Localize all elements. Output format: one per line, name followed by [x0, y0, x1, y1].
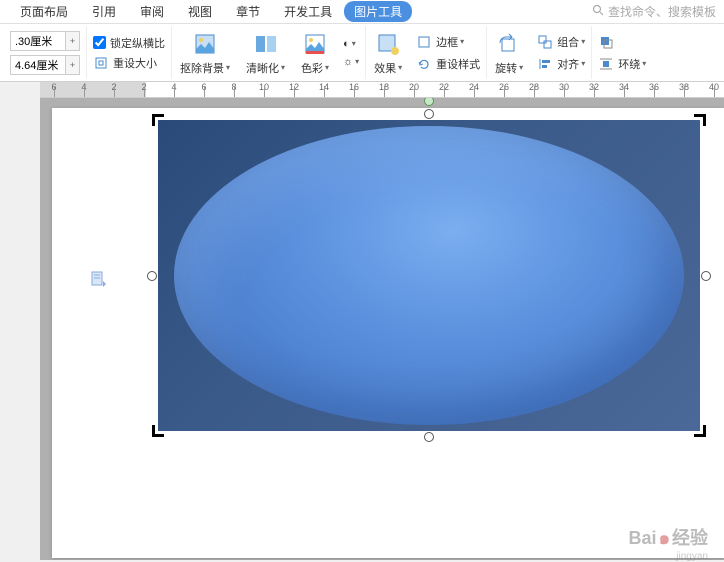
- watermark: Bai ๑ 经验: [629, 523, 708, 552]
- effects-icon: [374, 30, 402, 58]
- resize-handle-top[interactable]: [424, 109, 434, 119]
- chevron-down-icon: ▾: [226, 63, 230, 72]
- adjust-group: ◐▾ ☼▾: [337, 26, 366, 79]
- document-area[interactable]: [40, 98, 724, 560]
- width-spin[interactable]: +: [66, 55, 80, 75]
- menu-review[interactable]: 审阅: [128, 3, 176, 20]
- menu-references[interactable]: 引用: [80, 3, 128, 20]
- resize-handle-left[interactable]: [147, 271, 157, 281]
- height-spin[interactable]: +: [66, 31, 80, 51]
- width-input[interactable]: [10, 55, 66, 75]
- color-icon: [301, 30, 329, 58]
- tab-picture-tools[interactable]: 图片工具: [344, 1, 412, 22]
- workspace: 642246810121416182022242628303234363840: [0, 82, 724, 560]
- menu-page-layout[interactable]: 页面布局: [8, 3, 80, 20]
- rotate-icon: [495, 30, 523, 58]
- toolbar: + + 锁定纵横比 重设大小 抠除背景▾ 清晰化▾ 色彩▾ ◐▾ ☼▾ 效果▾: [0, 24, 724, 82]
- menu-view[interactable]: 视图: [176, 3, 224, 20]
- crop-handle-tr[interactable]: [692, 114, 706, 128]
- group-button[interactable]: 组合▾: [537, 34, 585, 50]
- contrast-icon: ◐: [343, 38, 350, 50]
- crop-handle-tl[interactable]: [152, 114, 166, 128]
- search-box[interactable]: 查找命令、搜索模板: [592, 3, 716, 20]
- menu-bar: 页面布局 引用 审阅 视图 章节 开发工具 图片工具 查找命令、搜索模板: [0, 0, 724, 24]
- image-content: [158, 120, 700, 431]
- reset-size-icon: [93, 55, 109, 71]
- contrast-button[interactable]: ◐▾: [343, 38, 359, 50]
- border-icon: [416, 34, 432, 50]
- wrap-button[interactable]: 环绕▾: [598, 56, 646, 72]
- selected-image[interactable]: [152, 114, 706, 437]
- sharpen-icon: [252, 30, 280, 58]
- chevron-down-icon: ▾: [519, 63, 523, 72]
- watermark-sub: jingyan: [676, 551, 708, 562]
- arrange-group: 组合▾ 对齐▾: [531, 26, 592, 79]
- resize-handle-right[interactable]: [701, 271, 711, 281]
- search-placeholder: 查找命令、搜索模板: [608, 3, 716, 20]
- effects-button[interactable]: 效果▾: [366, 26, 410, 80]
- align-button[interactable]: 对齐▾: [537, 56, 585, 72]
- height-input[interactable]: [10, 31, 66, 51]
- search-icon: [592, 4, 604, 19]
- resize-handle-bottom[interactable]: [424, 432, 434, 442]
- crop-handle-br[interactable]: [692, 423, 706, 437]
- remove-bg-icon: [191, 30, 219, 58]
- lock-aspect-ratio[interactable]: 锁定纵横比: [93, 35, 165, 51]
- bring-forward-icon: [598, 34, 614, 50]
- color-button[interactable]: 色彩▾: [293, 26, 337, 80]
- brightness-icon: ☼: [343, 56, 353, 68]
- lock-group: 锁定纵横比 重设大小: [87, 26, 172, 79]
- menu-developer[interactable]: 开发工具: [272, 3, 344, 20]
- rotate-button[interactable]: 旋转▾: [487, 26, 531, 80]
- menu-section[interactable]: 章节: [224, 3, 272, 20]
- reset-style-button[interactable]: 重设样式: [416, 56, 480, 72]
- lock-aspect-checkbox[interactable]: [93, 36, 106, 49]
- reset-size-button[interactable]: 重设大小: [93, 55, 165, 71]
- sharpen-button[interactable]: 清晰化▾: [238, 26, 293, 80]
- chevron-down-icon: ▾: [398, 63, 402, 72]
- group-icon: [537, 34, 553, 50]
- crop-handle-bl[interactable]: [152, 423, 166, 437]
- horizontal-ruler[interactable]: 642246810121416182022242628303234363840: [40, 82, 724, 98]
- wrap-group: 环绕▾: [592, 26, 652, 79]
- chevron-down-icon: ▾: [281, 63, 285, 72]
- border-button[interactable]: 边框▾: [416, 34, 480, 50]
- paragraph-options-icon[interactable]: [88, 268, 110, 290]
- reset-style-icon: [416, 56, 432, 72]
- bring-forward-button[interactable]: [598, 34, 646, 50]
- brightness-button[interactable]: ☼▾: [343, 56, 359, 68]
- chevron-down-icon: ▾: [325, 63, 329, 72]
- wrap-icon: [598, 56, 614, 72]
- ellipse-shape: [174, 126, 683, 425]
- size-group: + +: [4, 26, 87, 79]
- vertical-ruler[interactable]: [0, 98, 40, 560]
- rotate-handle[interactable]: [424, 98, 434, 106]
- style-group: 边框▾ 重设样式: [410, 26, 487, 79]
- page: [52, 108, 724, 558]
- align-icon: [537, 56, 553, 72]
- remove-background-button[interactable]: 抠除背景▾: [172, 26, 238, 80]
